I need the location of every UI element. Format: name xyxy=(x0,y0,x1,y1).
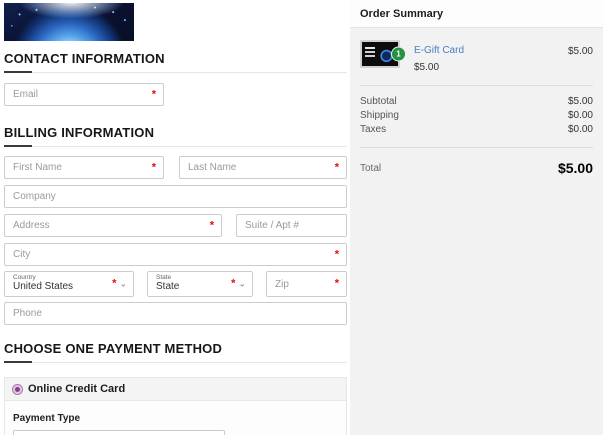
cart-item-info: E-Gift Card $5.00 xyxy=(414,40,568,73)
checkout-form-column: CONTACT INFORMATION * BILLING INFORMATIO… xyxy=(4,0,347,435)
section-divider xyxy=(4,361,347,364)
last-name-field: * xyxy=(179,156,347,179)
required-marker: * xyxy=(334,161,339,173)
checkout-page: CONTACT INFORMATION * BILLING INFORMATIO… xyxy=(0,0,605,435)
country-label: Country xyxy=(13,274,36,281)
payment-method-body: Payment Type Select Card... ⌄ Card Numbe… xyxy=(5,401,346,435)
country-value: United States xyxy=(13,281,74,292)
payment-method-option[interactable]: Online Credit Card xyxy=(5,378,346,401)
payment-type-select[interactable]: Select Card... ⌄ xyxy=(13,430,225,435)
chevron-down-icon: ⌄ xyxy=(238,278,246,289)
required-marker: * xyxy=(151,161,156,173)
phone-input[interactable] xyxy=(5,303,346,324)
total-row: Total $5.00 xyxy=(360,148,593,176)
city-field: * xyxy=(4,243,347,266)
item-name-link[interactable]: E-Gift Card xyxy=(414,45,464,56)
first-name-field: * xyxy=(4,156,164,179)
cart-item-row: 1 E-Gift Card $5.00 $5.00 xyxy=(360,40,593,73)
order-summary-body: 1 E-Gift Card $5.00 $5.00 Subtotal $5.00… xyxy=(350,28,603,176)
required-marker: * xyxy=(334,248,339,260)
last-name-input[interactable] xyxy=(180,157,346,178)
billing-information-heading: BILLING INFORMATION xyxy=(4,125,155,140)
payment-method-label: Online Credit Card xyxy=(28,383,126,395)
item-line-price: $5.00 xyxy=(567,46,593,57)
quantity-badge: 1 xyxy=(391,46,406,62)
state-label: State xyxy=(156,274,172,281)
address-input[interactable] xyxy=(5,215,221,236)
summary-row-value: $0.00 xyxy=(567,110,593,121)
online-credit-card-radio[interactable] xyxy=(13,384,22,394)
country-select[interactable]: Country United States * ⌄ xyxy=(4,271,134,297)
total-label: Total xyxy=(360,162,382,174)
email-field: * xyxy=(4,83,164,106)
required-marker: * xyxy=(231,277,236,290)
required-marker: * xyxy=(112,277,117,290)
summary-row-shipping: Shipping $0.00 xyxy=(360,110,593,121)
company-field xyxy=(4,185,347,208)
suite-input[interactable] xyxy=(237,215,346,236)
section-divider xyxy=(4,145,347,148)
order-summary-panel: Order Summary 1 E-Gift Card $5.00 $5.00 … xyxy=(350,0,603,435)
summary-row-value: $0.00 xyxy=(567,124,593,135)
company-input[interactable] xyxy=(5,186,346,207)
summary-row-label: Shipping xyxy=(360,110,399,121)
payment-type-label: Payment Type xyxy=(13,413,81,424)
phone-field xyxy=(4,302,347,325)
order-summary-title: Order Summary xyxy=(360,7,444,20)
email-input[interactable] xyxy=(5,84,163,105)
state-select[interactable]: State State * ⌄ xyxy=(147,271,253,297)
suite-field xyxy=(236,214,347,237)
summary-row-subtotal: Subtotal $5.00 xyxy=(360,96,593,107)
summary-rows: Subtotal $5.00 Shipping $0.00 Taxes $0.0… xyxy=(360,86,593,135)
store-banner-image xyxy=(4,3,134,41)
payment-method-heading: CHOOSE ONE PAYMENT METHOD xyxy=(4,341,223,356)
address-row: * xyxy=(4,214,347,237)
required-marker: * xyxy=(151,88,156,100)
order-summary-header: Order Summary xyxy=(350,0,603,28)
city-input[interactable] xyxy=(5,244,346,265)
required-marker: * xyxy=(334,277,339,290)
section-divider xyxy=(4,71,347,74)
item-unit-price: $5.00 xyxy=(414,62,440,73)
gift-card-thumbnail: 1 xyxy=(360,40,406,68)
summary-row-label: Taxes xyxy=(360,124,387,135)
summary-row-taxes: Taxes $0.00 xyxy=(360,124,593,135)
summary-row-label: Subtotal xyxy=(360,96,397,107)
first-name-input[interactable] xyxy=(5,157,163,178)
name-row: * * xyxy=(4,156,347,179)
address-field: * xyxy=(4,214,222,237)
total-value: $5.00 xyxy=(557,160,593,176)
chevron-down-icon: ⌄ xyxy=(119,278,127,289)
summary-row-value: $5.00 xyxy=(567,96,593,107)
state-select-marks: * ⌄ xyxy=(231,277,246,290)
payment-method-box: Online Credit Card Payment Type Select C… xyxy=(4,377,347,435)
required-marker: * xyxy=(209,219,214,231)
zip-field: * xyxy=(266,271,347,297)
country-select-marks: * ⌄ xyxy=(112,277,127,290)
state-value: State xyxy=(156,281,180,292)
contact-information-heading: CONTACT INFORMATION xyxy=(4,51,165,66)
country-state-zip-row: Country United States * ⌄ State State * … xyxy=(4,271,347,297)
